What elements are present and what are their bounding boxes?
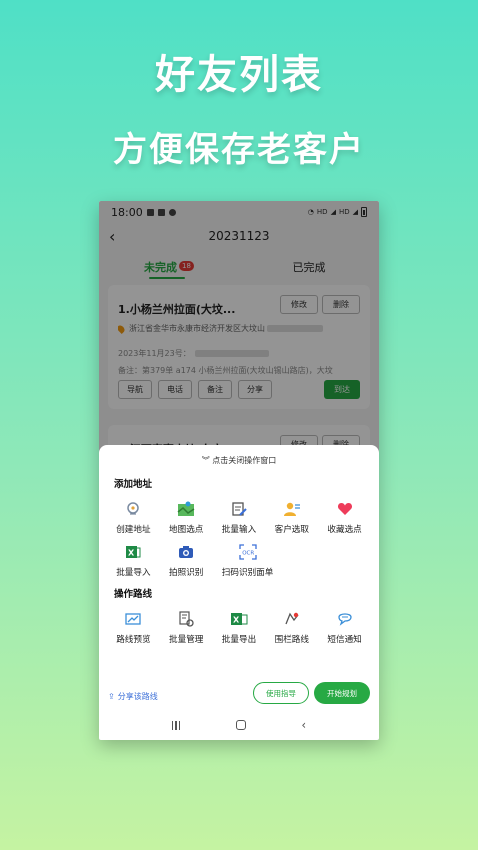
item-label: 路线预览 — [116, 635, 151, 645]
favorite-pick-item[interactable]: 收藏选点 — [318, 496, 371, 539]
fence-route-item[interactable]: 围栏路线 — [265, 606, 318, 649]
svg-text:X: X — [233, 616, 240, 625]
ocr-scan-icon: OCR — [238, 543, 257, 561]
section-title-add-address: 添加地址 — [114, 479, 153, 490]
close-sheet-hint[interactable]: ︾ 点击关闭操作窗口 — [99, 445, 379, 466]
item-label: 客户选取 — [274, 525, 309, 535]
item-label: 创建地址 — [116, 525, 151, 535]
share-route-link[interactable]: ⇪ 分享该路线 — [108, 691, 158, 702]
item-label: 地图选点 — [169, 525, 204, 535]
share-icon: ⇪ — [108, 691, 115, 701]
excel-import-icon: X — [124, 543, 142, 561]
item-label: 收藏选点 — [327, 525, 362, 535]
item-label: 批量输入 — [221, 525, 257, 535]
sms-notify-icon — [336, 610, 354, 628]
svg-text:OCR: OCR — [242, 551, 254, 557]
home-icon[interactable] — [235, 720, 246, 730]
close-hint-label: 点击关闭操作窗口 — [212, 456, 277, 465]
back-nav-icon[interactable]: ‹ — [301, 718, 306, 732]
headline-title: 好友列表 — [155, 52, 323, 98]
section-title-route-ops: 操作路线 — [114, 589, 153, 600]
pin-create-icon — [124, 500, 142, 518]
map-pick-icon — [177, 500, 195, 518]
route-preview-icon — [124, 610, 142, 628]
usage-guide-button[interactable]: 使用指导 — [253, 682, 309, 704]
batch-input-item[interactable]: 批量输入 — [213, 496, 266, 539]
route-ops-grid: 路线预览 批量管理 X 批量导出 围栏路线 短信通知 — [99, 606, 379, 649]
operation-sheet: ︾ 点击关闭操作窗口 添加地址 创建地址 地图选点 批量输入 客户选取 收藏选点… — [99, 445, 379, 710]
customer-select-item[interactable]: 客户选取 — [265, 496, 318, 539]
scan-waybill-item[interactable]: OCR 扫码识别面单 — [213, 539, 283, 582]
batch-input-icon — [230, 500, 248, 518]
item-label: 拍照识别 — [169, 568, 204, 578]
heart-icon — [336, 500, 354, 518]
share-route-label: 分享该路线 — [117, 691, 158, 701]
start-planning-button[interactable]: 开始规划 — [314, 682, 370, 704]
item-label: 扫码识别面单 — [221, 568, 274, 578]
sheet-footer: ⇪ 分享该路线 使用指导 开始规划 — [99, 682, 379, 710]
recent-apps-icon[interactable] — [171, 720, 181, 730]
batch-export-item[interactable]: X 批量导出 — [213, 606, 266, 649]
item-label: 批量管理 — [169, 635, 204, 645]
svg-text:X: X — [128, 549, 135, 558]
item-label: 批量导入 — [116, 568, 151, 578]
item-label: 批量导出 — [221, 635, 257, 645]
map-pick-item[interactable]: 地图选点 — [160, 496, 213, 539]
fence-route-icon — [283, 610, 301, 628]
create-address-item[interactable]: 创建地址 — [107, 496, 160, 539]
batch-manage-icon — [177, 610, 195, 628]
batch-import-item[interactable]: X 批量导入 — [107, 539, 160, 582]
sms-notify-item[interactable]: 短信通知 — [318, 606, 371, 649]
camera-icon — [177, 543, 195, 561]
item-label: 围栏路线 — [274, 635, 309, 645]
photo-recognize-item[interactable]: 拍照识别 — [160, 539, 213, 582]
batch-manage-item[interactable]: 批量管理 — [160, 606, 213, 649]
customer-select-icon — [283, 500, 301, 518]
excel-export-icon: X — [230, 610, 248, 628]
headline-subtitle: 方便保存老客户 — [113, 130, 365, 170]
phone-screen: 18:00 ◔ HD ◢ HD ◢ ‹ 20231123 未完成 18 已完成 1… — [99, 201, 379, 740]
system-nav-bar: ‹ — [99, 710, 379, 740]
item-label: 短信通知 — [327, 635, 362, 645]
double-chevron-down-icon: ︾ — [201, 456, 210, 465]
add-address-grid: 创建地址 地图选点 批量输入 客户选取 收藏选点 X 批量导入 拍照识别 OCR… — [99, 496, 379, 582]
route-preview-item[interactable]: 路线预览 — [107, 606, 160, 649]
